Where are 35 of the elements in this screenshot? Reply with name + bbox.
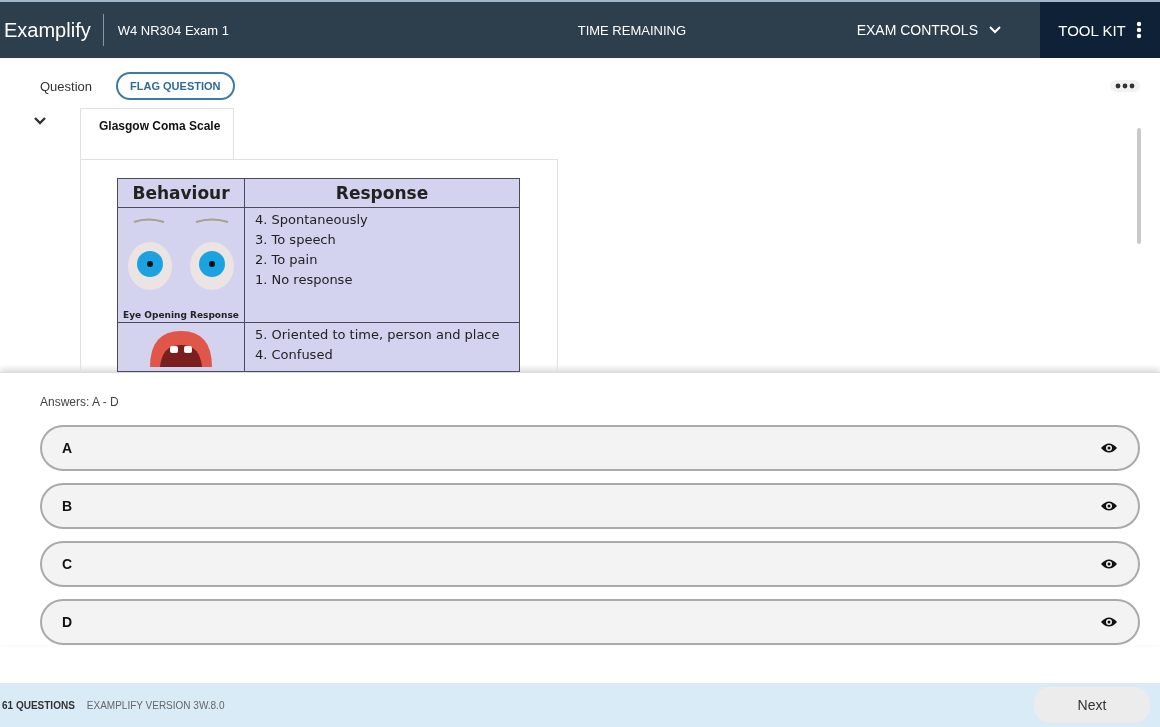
question-label: Question [40,78,93,94]
resource-tab[interactable]: Glasgow Coma Scale [80,108,234,159]
response-item: 2. To pain [255,251,319,269]
app-logo: Examplify [3,18,91,42]
answer-option[interactable]: C [40,541,1140,587]
more-options-button[interactable] [1110,80,1140,92]
table-header: Response [244,178,520,208]
answer-option[interactable]: D [40,599,1140,645]
next-button[interactable]: Next [1034,687,1150,723]
more-icon [1115,83,1135,89]
response-item: 4. Spontaneously [255,211,369,229]
answer-option[interactable]: B [40,483,1140,529]
version-label: EXAMPLIFY VERSION 3W.8.0 [86,699,226,711]
answer-option[interactable]: A [40,425,1140,471]
eye-icon[interactable] [1100,616,1118,628]
response-item: 1. No response [255,271,354,289]
response-item: 4. Confused [255,346,334,364]
scrollbar-thumb[interactable] [1137,128,1141,244]
eye-icon[interactable] [1100,442,1118,454]
eye-icon[interactable] [1100,558,1118,570]
chevron-down-icon [988,25,1002,35]
response-item: 3. To speech [255,231,337,249]
exam-controls-button[interactable]: EXAM CONTROLS [850,21,1008,39]
response-item: 5. Oriented to time, person and place [255,326,501,344]
table-header: Behaviour [117,178,245,208]
tool-kit-button[interactable]: TOOL KIT [1040,2,1160,58]
question-count: 61 QUESTIONS [2,699,75,711]
image-caption: Eye Opening Response [122,310,240,320]
exam-title: W4 NR304 Exam 1 [117,22,230,38]
flag-question-button[interactable]: FLAG QUESTION [116,72,235,100]
answers-label: Answers: A - D [40,395,120,409]
eye-icon[interactable] [1100,500,1118,512]
chevron-down-icon [33,116,47,126]
kebab-menu-icon [1135,21,1142,39]
timer-label: TIME REMAINING [577,22,688,38]
